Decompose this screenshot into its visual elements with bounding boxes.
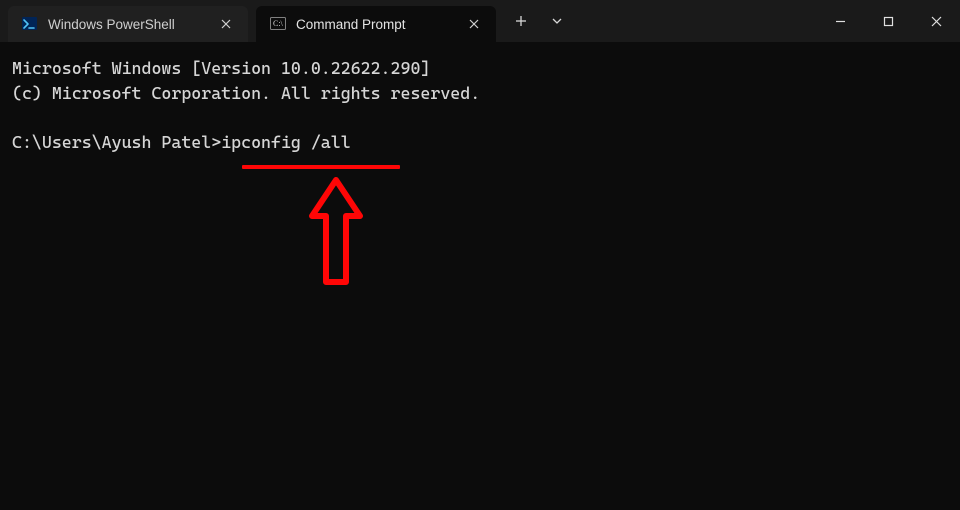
tab-label: Command Prompt	[296, 17, 456, 32]
close-icon	[221, 19, 231, 29]
tab-close-button[interactable]	[216, 14, 236, 34]
tab-powershell[interactable]: Windows PowerShell	[8, 6, 248, 42]
maximize-icon	[883, 16, 894, 27]
maximize-button[interactable]	[864, 0, 912, 42]
terminal-line: Microsoft Windows [Version 10.0.22622.29…	[12, 58, 430, 78]
chevron-down-icon	[552, 16, 562, 26]
tab-label: Windows PowerShell	[48, 17, 208, 32]
titlebar-drag-region[interactable]	[574, 0, 816, 42]
plus-icon	[515, 15, 527, 27]
tab-actions	[496, 0, 574, 42]
annotation-underline	[242, 165, 400, 169]
new-tab-button[interactable]	[504, 6, 538, 36]
terminal-prompt: C:\Users\Ayush Patel>	[12, 132, 221, 152]
arrow-up-icon	[306, 172, 366, 292]
window-controls	[816, 0, 960, 42]
minimize-button[interactable]	[816, 0, 864, 42]
window-close-button[interactable]	[912, 0, 960, 42]
terminal-output[interactable]: Microsoft Windows [Version 10.0.22622.29…	[0, 42, 960, 169]
close-icon	[931, 16, 942, 27]
command-prompt-icon: C:\	[270, 16, 286, 32]
titlebar: Windows PowerShell C:\ Command Prompt	[0, 0, 960, 42]
minimize-icon	[835, 16, 846, 27]
annotation-arrow	[306, 172, 366, 297]
tab-command-prompt[interactable]: C:\ Command Prompt	[256, 6, 496, 42]
terminal-command: ipconfig /all	[221, 132, 351, 152]
svg-text:C:\: C:\	[273, 19, 284, 28]
powershell-icon	[22, 16, 38, 32]
tab-strip: Windows PowerShell C:\ Command Prompt	[0, 0, 496, 42]
terminal-line: (c) Microsoft Corporation. All rights re…	[12, 83, 480, 103]
close-icon	[469, 19, 479, 29]
tab-close-button[interactable]	[464, 14, 484, 34]
tab-dropdown-button[interactable]	[540, 6, 574, 36]
